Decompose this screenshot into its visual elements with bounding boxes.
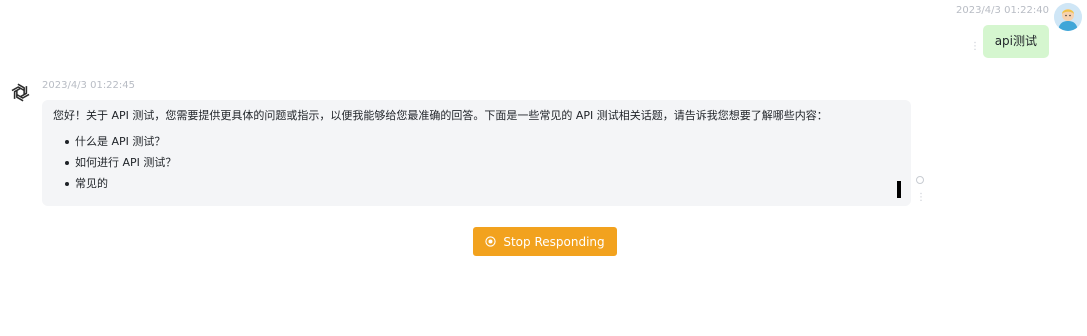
user-message-timestamp: 2023/4/3 01:22:40 [955, 5, 1049, 16]
user-avatar-icon [1054, 3, 1082, 31]
assistant-message-bubble: 您好！关于 API 测试，您需要提供更具体的问题或指示，以便我能够给您最准确的回… [42, 100, 911, 206]
stop-responding-button[interactable]: Stop Responding [473, 227, 617, 256]
openai-logo-icon [8, 80, 33, 105]
assistant-topic-list: 什么是 API 测试？ 如何进行 API 测试？ 常见的 [53, 133, 899, 196]
list-item: 常见的 [65, 175, 899, 196]
more-vertical-icon[interactable]: ⋮ [916, 193, 926, 203]
assistant-intro-text: 您好！关于 API 测试，您需要提供更具体的问题或指示，以便我能够给您最准确的回… [53, 109, 828, 122]
more-vertical-icon[interactable]: ⋮ [970, 42, 980, 52]
stop-responding-label: Stop Responding [503, 234, 605, 249]
loading-circle-icon [916, 176, 924, 184]
list-item: 如何进行 API 测试？ [65, 154, 899, 175]
chat-window: 2023/4/3 01:22:40 api测试 ⋮ 2023/4/3 01:22… [0, 0, 1087, 336]
streaming-cursor [897, 181, 901, 198]
user-message-bubble: api测试 [982, 25, 1049, 58]
stop-circle-icon [485, 236, 496, 247]
list-item: 什么是 API 测试？ [65, 133, 899, 154]
assistant-message-timestamp: 2023/4/3 01:22:45 [42, 80, 136, 91]
